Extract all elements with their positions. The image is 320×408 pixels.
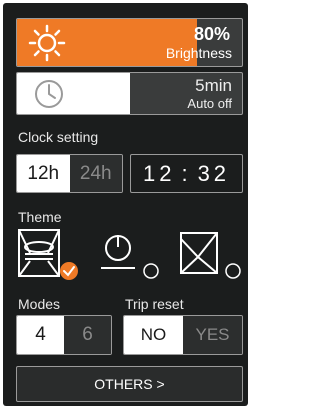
clock-minute[interactable]: 32 (198, 161, 230, 187)
theme-option-1[interactable] (16, 227, 86, 283)
sun-icon (28, 24, 66, 62)
trip-reset-no[interactable]: NO (124, 316, 183, 354)
clock-hour[interactable]: 12 (143, 161, 175, 187)
settings-panel: 80% Brightness 5min Auto off Clock setti… (3, 3, 248, 406)
theme-label: Theme (18, 209, 62, 225)
theme-selected-indicator (60, 262, 78, 280)
option-24h[interactable]: 24h (69, 155, 122, 192)
modes-label: Modes (18, 296, 61, 312)
theme-option-2[interactable] (98, 227, 168, 283)
auto-off-slider[interactable]: 5min Auto off (16, 72, 243, 115)
trip-reset-toggle: NO YES (123, 315, 243, 355)
clock-format-toggle: 12h 24h (16, 154, 123, 193)
clock-separator: : (181, 160, 192, 186)
modes-option-4[interactable]: 4 (17, 316, 64, 354)
auto-off-label: Auto off (187, 96, 232, 111)
clock-setting-label: Clock setting (18, 129, 99, 145)
option-12h[interactable]: 12h (17, 155, 70, 192)
brightness-value: 80% (193, 24, 230, 44)
modes-toggle: 4 6 (16, 315, 112, 355)
trip-reset-yes[interactable]: YES (183, 316, 242, 354)
trip-reset-label: Trip reset (125, 296, 184, 312)
brightness-slider[interactable]: 80% Brightness (16, 18, 243, 67)
brightness-label: Brightness (165, 45, 232, 61)
clock-icon (35, 80, 63, 108)
others-button[interactable]: OTHERS > (16, 366, 243, 402)
auto-off-value: 5min (195, 76, 232, 95)
modes-option-6[interactable]: 6 (64, 316, 111, 354)
clock-time-display[interactable]: 12 : 32 (130, 154, 243, 193)
theme-option-3[interactable] (176, 227, 246, 283)
